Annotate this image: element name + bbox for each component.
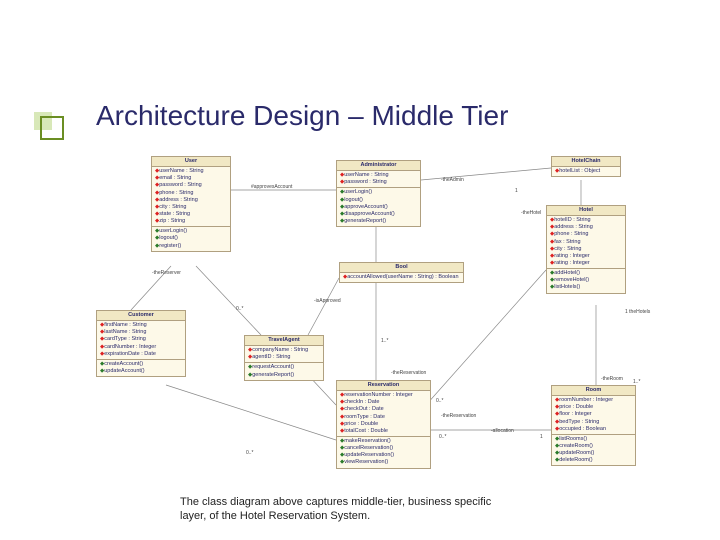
uml-diagram-canvas: User ◆userName : String ◆email : String … bbox=[96, 150, 666, 490]
slide-accent-icon bbox=[34, 110, 54, 130]
assoc-label: 1..* bbox=[633, 379, 641, 385]
assoc-label: -allocation bbox=[491, 428, 514, 434]
attr-section: ◆accountAllowed(userName : String) : Boo… bbox=[340, 273, 463, 282]
class-customer: Customer ◆firstName : String ◆lastName :… bbox=[96, 310, 186, 377]
class-title: Customer bbox=[97, 311, 185, 321]
class-travelagent: TravelAgent ◆companyName : String ◆agent… bbox=[244, 335, 324, 381]
class-title: Hotel bbox=[547, 206, 625, 216]
attr-section: ◆firstName : String ◆lastName : String ◆… bbox=[97, 321, 185, 360]
attr-section: ◆hotelID : String ◆address : String ◆pho… bbox=[547, 216, 625, 269]
assoc-label: -theReservation bbox=[391, 370, 426, 376]
class-administrator: Administrator ◆userName : String ◆passwo… bbox=[336, 160, 421, 227]
class-title: TravelAgent bbox=[245, 336, 323, 346]
op-section: ◆addHotel() ◆removeHotel() ◆listHotels() bbox=[547, 269, 625, 292]
assoc-label: 0..* bbox=[439, 434, 447, 440]
class-bool: Bool ◆accountAllowed(userName : String) … bbox=[339, 262, 464, 283]
class-title: User bbox=[152, 157, 230, 167]
assoc-label: -theRoom bbox=[601, 376, 623, 382]
assoc-label: -theReserver bbox=[152, 270, 181, 276]
attr-section: ◆reservationNumber : Integer ◆checkIn : … bbox=[337, 391, 430, 437]
assoc-label: -isApproved bbox=[314, 298, 341, 304]
op-section: ◆createAccount() ◆updateAccount() bbox=[97, 360, 185, 376]
assoc-label: 1 bbox=[515, 188, 518, 194]
op-section: ◆userLogin() ◆logout() ◆register() bbox=[152, 227, 230, 250]
op-section: ◆makeReservation() ◆cancelReservation() … bbox=[337, 437, 430, 468]
class-hotel: Hotel ◆hotelID : String ◆address : Strin… bbox=[546, 205, 626, 294]
attr-section: ◆hotelList : Object bbox=[552, 167, 620, 176]
class-user: User ◆userName : String ◆email : String … bbox=[151, 156, 231, 252]
assoc-label: 1 theHotels bbox=[625, 309, 650, 315]
class-room: Room ◆roomNumber : Integer ◆price : Doub… bbox=[551, 385, 636, 466]
assoc-label: 0..* bbox=[246, 450, 254, 456]
class-title: Reservation bbox=[337, 381, 430, 391]
assoc-label: -theAdmin bbox=[441, 177, 464, 183]
assoc-label: 0..* bbox=[436, 398, 444, 404]
slide-caption: The class diagram above captures middle-… bbox=[180, 495, 520, 524]
assoc-label: 0..* bbox=[236, 306, 244, 312]
class-title: Bool bbox=[340, 263, 463, 273]
assoc-label: -theHotel bbox=[521, 210, 541, 216]
class-hotelchain: HotelChain ◆hotelList : Object bbox=[551, 156, 621, 177]
op-section: ◆requestAccount() ◆generateReport() bbox=[245, 363, 323, 379]
class-title: HotelChain bbox=[552, 157, 620, 167]
assoc-label: 1 bbox=[540, 434, 543, 440]
attr-section: ◆userName : String ◆password : String bbox=[337, 171, 420, 188]
op-section: ◆userLogin() ◆logout() ◆approveAccount()… bbox=[337, 188, 420, 226]
class-title: Room bbox=[552, 386, 635, 396]
slide-title: Architecture Design – Middle Tier bbox=[96, 100, 508, 132]
class-title: Administrator bbox=[337, 161, 420, 171]
assoc-label: 1..* bbox=[381, 338, 389, 344]
class-reservation: Reservation ◆reservationNumber : Integer… bbox=[336, 380, 431, 469]
attr-section: ◆companyName : String ◆agentID : String bbox=[245, 346, 323, 363]
op-section: ◆listRooms() ◆createRoom() ◆updateRoom()… bbox=[552, 435, 635, 466]
assoc-label: -theReservation bbox=[441, 413, 476, 419]
attr-section: ◆roomNumber : Integer ◆price : Double ◆f… bbox=[552, 396, 635, 435]
assoc-label: #approvesAccount bbox=[251, 184, 292, 190]
attr-section: ◆userName : String ◆email : String ◆pass… bbox=[152, 167, 230, 227]
